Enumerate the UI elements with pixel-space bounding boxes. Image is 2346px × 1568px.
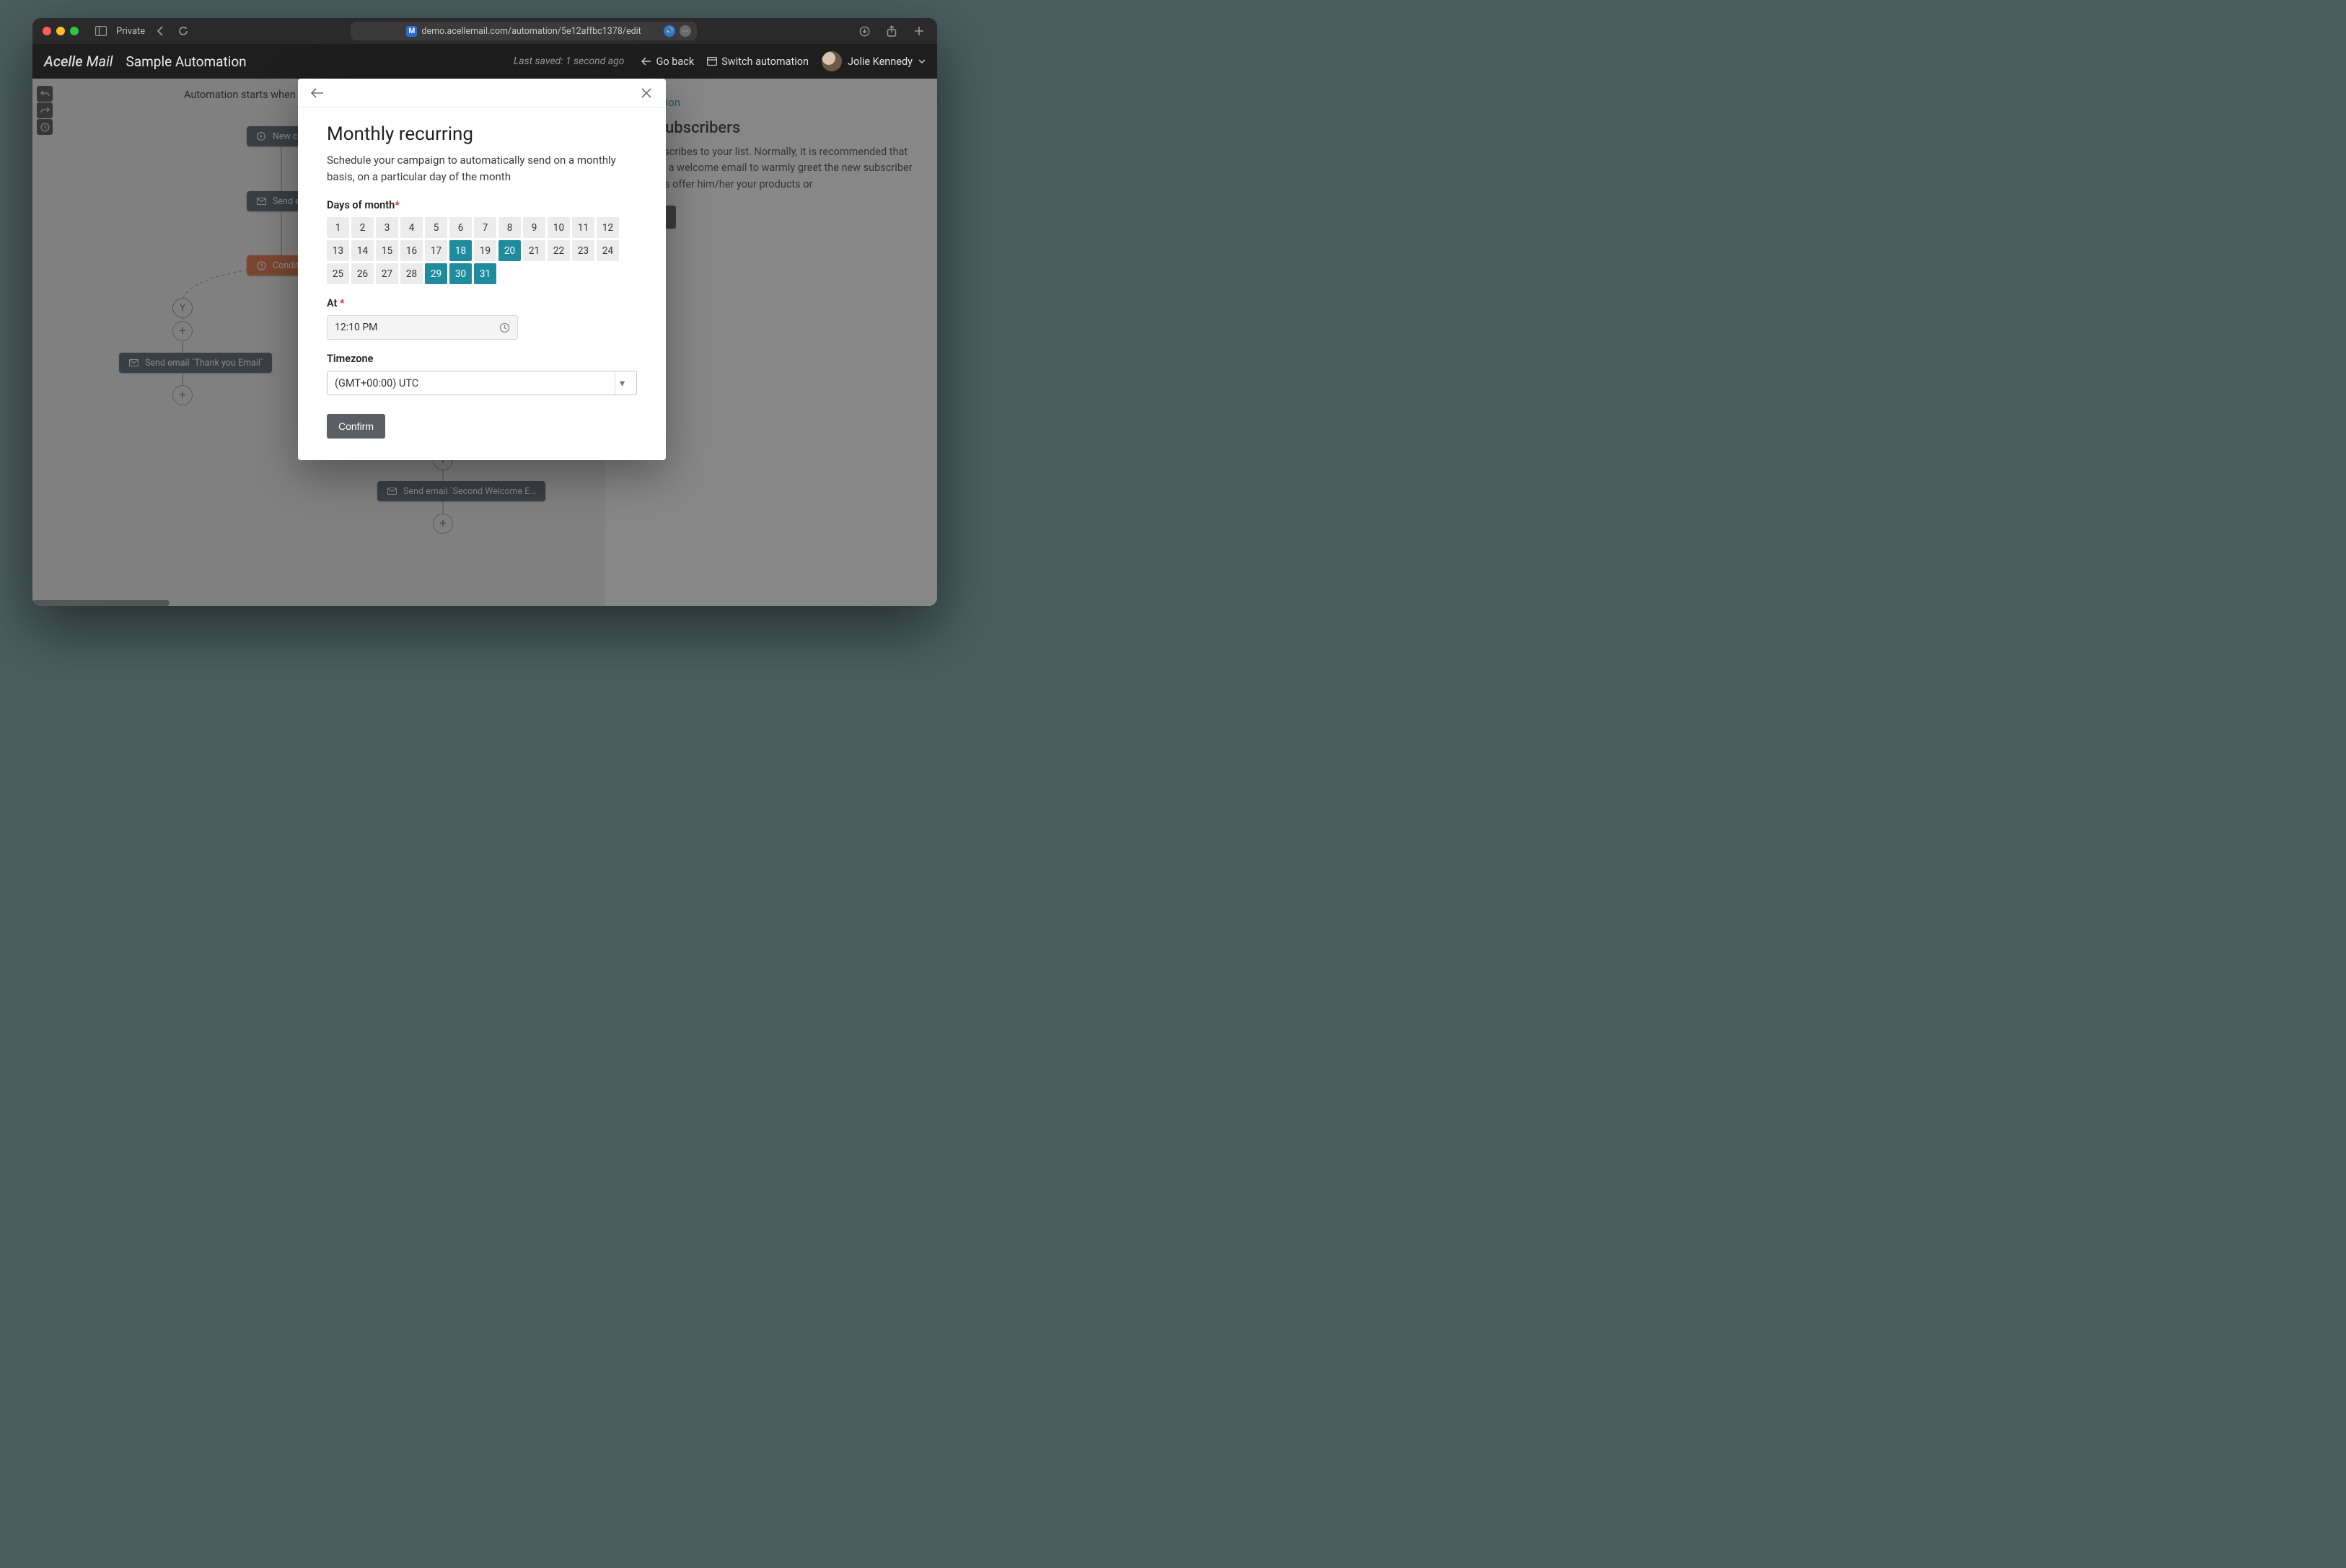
day-picker: 1234567891011121314151617181920212223242… [327, 217, 637, 284]
window-controls [43, 27, 79, 35]
day-26[interactable]: 26 [351, 263, 374, 284]
day-25[interactable]: 25 [327, 263, 349, 284]
day-22[interactable]: 22 [548, 240, 570, 261]
time-value: 12:10 PM [335, 322, 377, 333]
timezone-value: (GMT+00:00) UTC [335, 377, 418, 389]
minimize-window-button[interactable] [56, 27, 65, 35]
day-31[interactable]: 31 [474, 263, 496, 284]
address-bar[interactable]: M demo.acellemail.com/automation/5e12aff… [351, 22, 697, 40]
day-9[interactable]: 9 [523, 217, 545, 238]
confirm-button[interactable]: Confirm [327, 414, 385, 439]
day-5[interactable]: 5 [425, 217, 447, 238]
day-24[interactable]: 24 [597, 240, 619, 261]
modal-back-button[interactable] [308, 84, 327, 102]
go-back-link[interactable]: Go back [641, 56, 694, 68]
private-label: Private [116, 26, 145, 37]
day-23[interactable]: 23 [572, 240, 594, 261]
day-4[interactable]: 4 [400, 217, 423, 238]
day-20[interactable]: 20 [498, 240, 521, 261]
new-tab-icon[interactable] [911, 23, 927, 39]
nav-back-icon[interactable] [152, 23, 168, 39]
day-28[interactable]: 28 [400, 263, 423, 284]
day-18[interactable]: 18 [449, 240, 472, 261]
day-3[interactable]: 3 [376, 217, 398, 238]
arrow-left-icon [641, 57, 651, 66]
day-14[interactable]: 14 [351, 240, 374, 261]
download-icon[interactable] [856, 23, 872, 39]
timezone-label: Timezone [327, 353, 637, 365]
at-label: At * [327, 297, 637, 309]
day-7[interactable]: 7 [474, 217, 496, 238]
days-label: Days of month* [327, 199, 637, 211]
chevron-down-icon [918, 59, 926, 64]
day-6[interactable]: 6 [449, 217, 472, 238]
day-1[interactable]: 1 [327, 217, 349, 238]
switch-label: Switch automation [721, 56, 809, 68]
day-16[interactable]: 16 [400, 240, 423, 261]
day-8[interactable]: 8 [498, 217, 521, 238]
day-10[interactable]: 10 [548, 217, 570, 238]
browser-window: Private M demo.acellemail.com/automation… [32, 18, 937, 606]
modal-subtitle: Schedule your campaign to automatically … [327, 152, 637, 185]
app-logo[interactable]: Acelle Mail [44, 53, 113, 70]
reload-icon[interactable] [175, 23, 191, 39]
audio-icon[interactable]: 🔊 [664, 25, 675, 37]
day-2[interactable]: 2 [351, 217, 374, 238]
sidebar-toggle-icon[interactable] [93, 23, 109, 39]
day-30[interactable]: 30 [449, 263, 472, 284]
app-header: Acelle Mail Sample Automation Last saved… [32, 44, 937, 79]
clock-icon [499, 322, 510, 333]
page-title: Sample Automation [126, 53, 247, 70]
day-29[interactable]: 29 [425, 263, 447, 284]
day-11[interactable]: 11 [572, 217, 594, 238]
last-saved-label: Last saved: 1 second ago [514, 56, 625, 67]
user-name: Jolie Kennedy [848, 56, 913, 68]
day-19[interactable]: 19 [474, 240, 496, 261]
modal-title: Monthly recurring [327, 123, 637, 145]
switch-icon [707, 57, 717, 66]
day-13[interactable]: 13 [327, 240, 349, 261]
share-icon[interactable] [884, 23, 900, 39]
modal-close-button[interactable] [637, 84, 656, 102]
switch-automation-link[interactable]: Switch automation [707, 56, 809, 68]
time-input[interactable]: 12:10 PM [327, 315, 518, 340]
maximize-window-button[interactable] [70, 27, 79, 35]
go-back-label: Go back [656, 56, 694, 68]
url-text: demo.acellemail.com/automation/5e12affbc… [421, 26, 641, 37]
day-15[interactable]: 15 [376, 240, 398, 261]
day-17[interactable]: 17 [425, 240, 447, 261]
chevron-down-icon: ▾ [615, 371, 629, 395]
day-12[interactable]: 12 [597, 217, 619, 238]
day-21[interactable]: 21 [523, 240, 545, 261]
avatar [822, 51, 842, 71]
user-menu[interactable]: Jolie Kennedy [822, 51, 926, 71]
close-window-button[interactable] [43, 27, 51, 35]
day-27[interactable]: 27 [376, 263, 398, 284]
site-badge-icon: M [406, 26, 417, 37]
more-icon[interactable]: ⋯ [680, 25, 691, 37]
browser-titlebar: Private M demo.acellemail.com/automation… [32, 18, 937, 44]
monthly-recurring-modal: Monthly recurring Schedule your campaign… [298, 79, 666, 460]
timezone-select[interactable]: (GMT+00:00) UTC ▾ [327, 371, 637, 395]
